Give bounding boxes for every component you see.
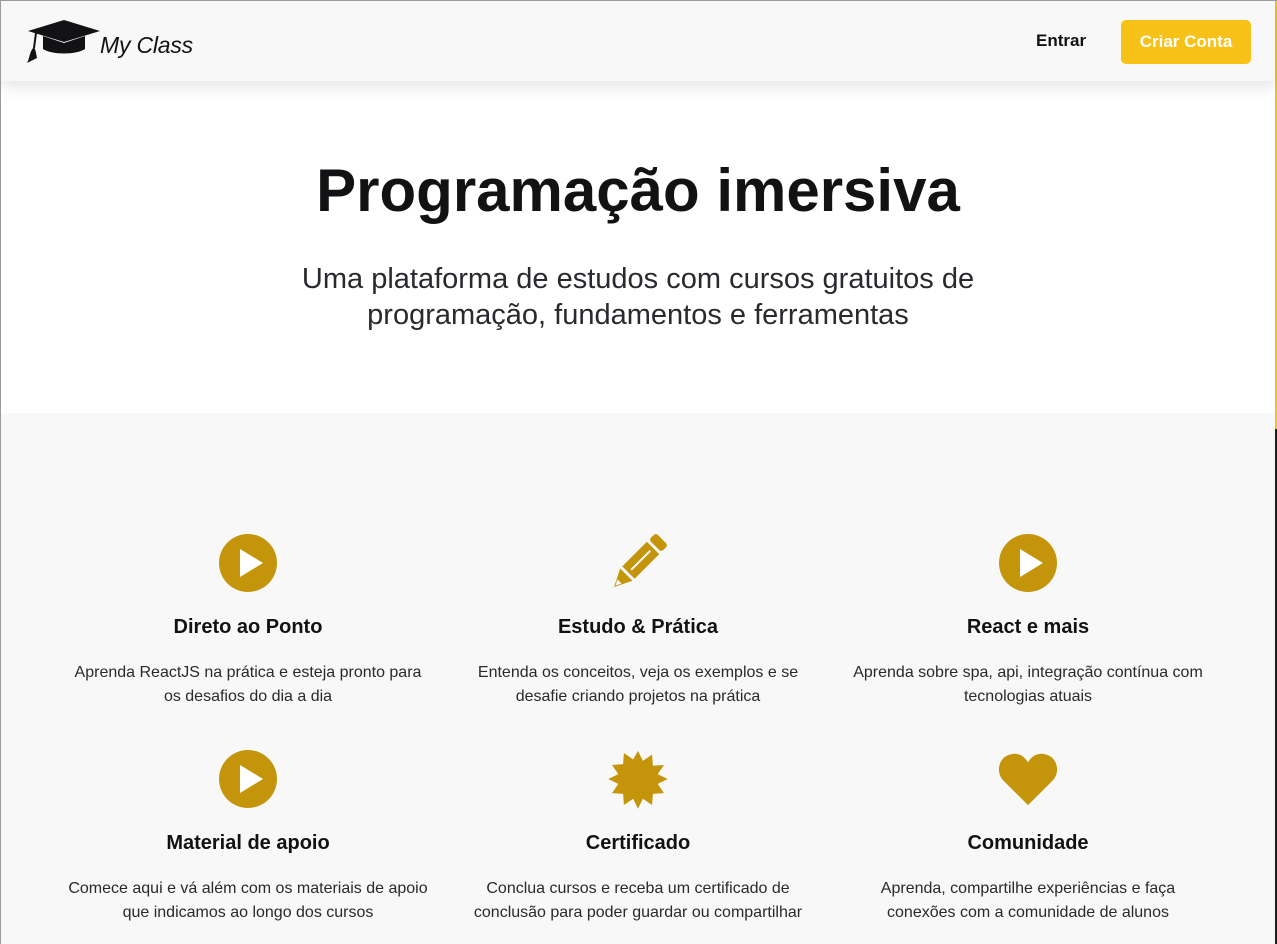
graduation-cap-icon bbox=[26, 18, 102, 64]
feature-description: Aprenda ReactJS na prática e esteja pron… bbox=[74, 664, 422, 705]
feature-title: Estudo & Prática bbox=[557, 616, 719, 638]
create-account-button[interactable]: Criar Conta bbox=[1121, 20, 1251, 64]
feature-description: Conclua cursos e receba um certificado d… bbox=[473, 880, 803, 921]
logo-text: My Class bbox=[100, 31, 193, 58]
feature-description: Entenda os conceitos, veja os exemplos e… bbox=[477, 664, 799, 705]
play-circle-icon bbox=[218, 533, 278, 593]
features-section: Direto ao Ponto Aprenda ReactJS na práti… bbox=[1, 413, 1275, 944]
top-nav: My Class Entrar Criar Conta bbox=[1, 1, 1275, 81]
feature-description: Aprenda sobre spa, api, integração contí… bbox=[853, 664, 1203, 705]
feature-title: React e mais bbox=[966, 616, 1090, 638]
feature-description: Comece aqui e vá além com os materiais d… bbox=[68, 880, 428, 921]
feature-description: Aprenda, compartilhe experiências e faça… bbox=[880, 880, 1176, 921]
hero-subtitle: Uma plataforma de estudos com cursos gra… bbox=[301, 263, 975, 331]
pencil-icon bbox=[608, 533, 668, 593]
page: My Class Entrar Criar Conta Programação … bbox=[0, 0, 1277, 944]
feature-title: Certificado bbox=[585, 832, 691, 854]
heart-icon bbox=[998, 749, 1058, 809]
play-circle-icon bbox=[998, 533, 1058, 593]
feature-title: Comunidade bbox=[967, 832, 1089, 854]
play-circle-icon bbox=[218, 749, 278, 809]
certificate-icon bbox=[608, 749, 668, 809]
hero: Programação imersiva Uma plataforma de e… bbox=[1, 81, 1275, 413]
feature-title: Direto ao Ponto bbox=[173, 616, 323, 638]
feature-title: Material de apoio bbox=[166, 832, 330, 854]
login-link[interactable]: Entrar bbox=[1036, 31, 1086, 51]
hero-title: Programação imersiva bbox=[316, 157, 960, 224]
logo[interactable]: My Class bbox=[26, 18, 193, 64]
